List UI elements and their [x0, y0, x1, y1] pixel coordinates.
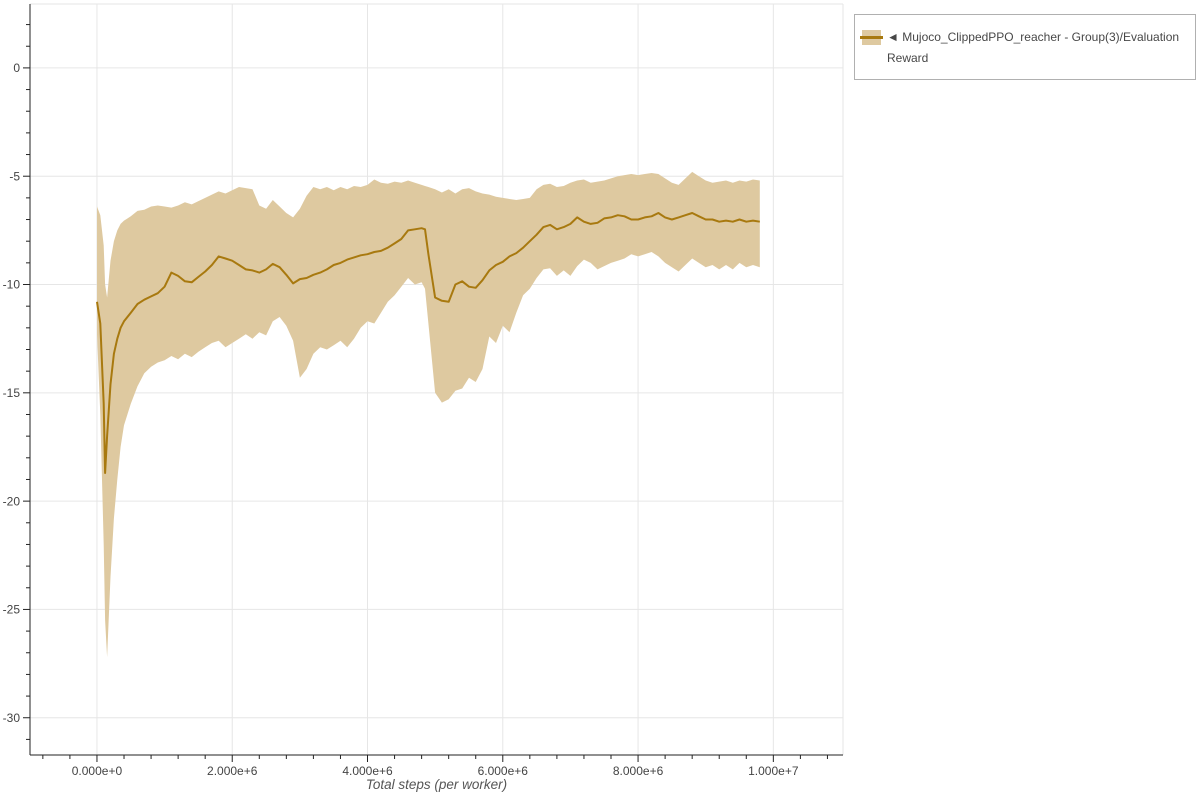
x-axis-title: Total steps (per worker): [365, 777, 508, 792]
x-tick-label: 8.000e+6: [613, 764, 664, 778]
x-tick-label: 1.000e+7: [748, 764, 799, 778]
y-tick-label: -25: [3, 603, 21, 617]
confidence-band: [97, 171, 760, 658]
legend-swatch: [860, 30, 883, 45]
x-tick-label: 2.000e+6: [207, 764, 258, 778]
legend-swatch-line-icon: [860, 36, 883, 39]
chart-canvas: 0 -5 -10 -15 -20 -25 -30 0.000e+0 2.000e+6 4.000e…: [3, 3, 844, 778]
y-tick-label: -5: [9, 169, 20, 183]
y-tick-label: 0: [13, 61, 20, 75]
chart-page: 0 -5 -10 -15 -20 -25 -30 0.000e+0 2.000e+6 4.000e…: [0, 0, 1200, 800]
legend-label-text: Mujoco_ClippedPPO_reacher - Group(3)/Eva…: [887, 30, 1180, 65]
x-tick-label: 0.000e+0: [72, 764, 123, 778]
legend-collapse-arrow-icon[interactable]: ◄: [887, 30, 899, 44]
legend-label: ◄ Mujoco_ClippedPPO_reacher - Group(3)/E…: [887, 27, 1185, 69]
x-tick-label: 4.000e+6: [342, 764, 393, 778]
y-tick-label: -20: [3, 494, 21, 508]
y-tick-label: -30: [3, 711, 21, 725]
y-tick-label: -15: [3, 386, 21, 400]
x-tick-label: 6.000e+6: [478, 764, 529, 778]
y-tick-label: -10: [3, 278, 21, 292]
legend[interactable]: ◄ Mujoco_ClippedPPO_reacher - Group(3)/E…: [854, 14, 1196, 80]
legend-item-evaluation-reward[interactable]: ◄ Mujoco_ClippedPPO_reacher - Group(3)/E…: [860, 27, 1187, 69]
